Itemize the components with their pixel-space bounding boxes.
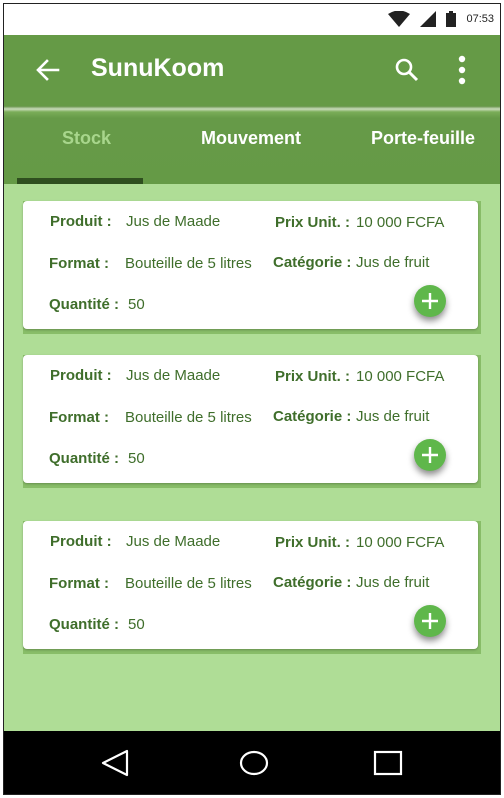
- produit-label: Produit :: [50, 533, 112, 550]
- system-nav-bar: [4, 731, 500, 794]
- add-quantity-button[interactable]: [414, 605, 446, 637]
- app-title: SunuKoom: [91, 54, 225, 82]
- prix-value: 10 000 FCFA: [356, 534, 445, 551]
- quantite-value: 50: [128, 450, 145, 467]
- tab-bar: Stock Mouvement Porte-feuille: [4, 106, 500, 184]
- categorie-label: Catégorie :: [273, 254, 352, 271]
- quantite-label: Quantité :: [49, 616, 119, 633]
- quantite-label: Quantité :: [49, 296, 119, 313]
- signal-icon: [420, 11, 437, 27]
- product-card: Produit : Jus de Maade Prix Unit. : 10 0…: [23, 201, 478, 329]
- prix-label: Prix Unit. :: [275, 368, 351, 385]
- nav-home-button[interactable]: [239, 748, 269, 783]
- quantite-value: 50: [128, 616, 145, 633]
- status-time: 07:53: [466, 13, 494, 25]
- categorie-value: Jus de fruit: [356, 408, 430, 425]
- categorie-label: Catégorie :: [273, 574, 352, 591]
- quantite-label: Quantité :: [49, 450, 119, 467]
- phone-screen: 07:53 SunuKoom Stock Mouvement Porte-feu…: [3, 3, 501, 795]
- format-value: Bouteille de 5 litres: [125, 575, 252, 592]
- nav-recents-button[interactable]: [373, 748, 403, 783]
- categorie-value: Jus de fruit: [356, 254, 430, 271]
- search-icon: [395, 58, 419, 82]
- produit-value: Jus de Maade: [126, 533, 221, 550]
- back-triangle-icon: [101, 749, 129, 777]
- add-quantity-button[interactable]: [414, 439, 446, 471]
- stock-list: Produit : Jus de Maade Prix Unit. : 10 0…: [4, 184, 500, 733]
- recents-square-icon: [373, 750, 403, 776]
- produit-value: Jus de Maade: [126, 367, 221, 384]
- product-card: Produit : Jus de Maade Prix Unit. : 10 0…: [23, 355, 478, 483]
- quantite-value: 50: [128, 296, 145, 313]
- wifi-icon: [388, 11, 411, 27]
- plus-icon: [422, 613, 438, 629]
- produit-label: Produit :: [50, 213, 112, 230]
- categorie-value: Jus de fruit: [356, 574, 430, 591]
- search-button[interactable]: [394, 57, 420, 83]
- format-value: Bouteille de 5 litres: [125, 255, 252, 272]
- prix-label: Prix Unit. :: [275, 534, 351, 551]
- plus-icon: [422, 447, 438, 463]
- format-label: Format :: [49, 409, 109, 426]
- format-label: Format :: [49, 575, 109, 592]
- nav-back-button[interactable]: [100, 748, 130, 783]
- home-circle-icon: [239, 750, 269, 776]
- product-card: Produit : Jus de Maade Prix Unit. : 10 0…: [23, 521, 478, 649]
- prix-label: Prix Unit. :: [275, 214, 351, 231]
- back-arrow-icon: [36, 59, 60, 81]
- more-options-button[interactable]: [457, 55, 467, 85]
- more-vert-icon: [458, 55, 466, 85]
- prix-value: 10 000 FCFA: [356, 214, 445, 231]
- back-button[interactable]: [34, 56, 62, 84]
- produit-label: Produit :: [50, 367, 112, 384]
- format-value: Bouteille de 5 litres: [125, 409, 252, 426]
- tab-porte-feuille[interactable]: Porte-feuille: [371, 128, 475, 149]
- app-bar: SunuKoom: [4, 35, 500, 106]
- prix-value: 10 000 FCFA: [356, 368, 445, 385]
- tab-mouvement[interactable]: Mouvement: [201, 128, 301, 149]
- plus-icon: [422, 293, 438, 309]
- tab-stock[interactable]: Stock: [62, 128, 111, 149]
- format-label: Format :: [49, 255, 109, 272]
- status-bar: 07:53: [4, 4, 500, 35]
- produit-value: Jus de Maade: [126, 213, 221, 230]
- add-quantity-button[interactable]: [414, 285, 446, 317]
- categorie-label: Catégorie :: [273, 408, 352, 425]
- battery-icon: [446, 11, 457, 27]
